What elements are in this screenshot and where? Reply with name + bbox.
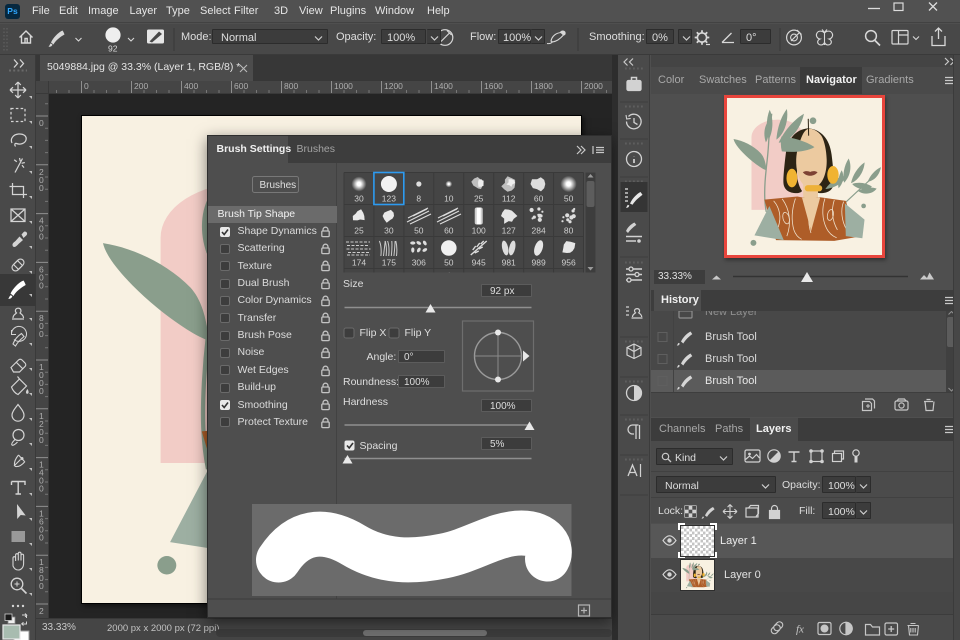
- svg-text:0: 0: [39, 581, 44, 591]
- svg-text:80: 80: [563, 226, 573, 236]
- svg-text:0: 0: [39, 183, 44, 193]
- svg-text:50: 50: [414, 226, 424, 236]
- svg-text:112: 112: [501, 194, 515, 204]
- svg-text:284: 284: [531, 226, 545, 236]
- svg-text:25: 25: [354, 226, 364, 236]
- svg-text:30: 30: [354, 194, 364, 204]
- svg-text:60: 60: [533, 194, 543, 204]
- svg-text:1600: 1600: [484, 81, 503, 91]
- svg-text:174: 174: [351, 258, 365, 268]
- svg-text:2000: 2000: [584, 81, 603, 91]
- svg-text:981: 981: [501, 258, 515, 268]
- svg-text:1000: 1000: [334, 81, 353, 91]
- svg-text:0: 0: [39, 232, 44, 242]
- svg-text:0: 0: [39, 435, 44, 445]
- svg-text:1200: 1200: [384, 81, 403, 91]
- svg-text:8: 8: [416, 194, 421, 204]
- svg-text:50: 50: [563, 194, 573, 204]
- svg-text:60: 60: [444, 226, 454, 236]
- svg-text:123: 123: [381, 194, 395, 204]
- svg-text:50: 50: [444, 258, 454, 268]
- svg-text:92: 92: [108, 44, 118, 54]
- svg-text:2: 2: [39, 606, 44, 616]
- svg-text:0: 0: [84, 81, 89, 91]
- svg-text:945: 945: [471, 258, 485, 268]
- svg-text:127: 127: [501, 226, 515, 236]
- svg-text:1400: 1400: [434, 81, 453, 91]
- svg-text:0: 0: [39, 484, 44, 494]
- svg-text:30: 30: [384, 226, 394, 236]
- svg-text:956: 956: [561, 258, 575, 268]
- svg-text:fx: fx: [796, 624, 804, 636]
- svg-text:0: 0: [39, 118, 44, 128]
- svg-text:0: 0: [39, 280, 44, 290]
- svg-text:175: 175: [381, 258, 395, 268]
- svg-text:10: 10: [444, 194, 454, 204]
- svg-text:0: 0: [39, 329, 44, 339]
- svg-text:100: 100: [471, 226, 485, 236]
- svg-text:989: 989: [531, 258, 545, 268]
- svg-text:0: 0: [39, 386, 44, 396]
- svg-text:200: 200: [134, 81, 148, 91]
- svg-text:306: 306: [411, 258, 425, 268]
- svg-text:400: 400: [184, 81, 198, 91]
- svg-text:0: 0: [39, 532, 44, 542]
- svg-text:25: 25: [473, 194, 483, 204]
- svg-text:1800: 1800: [534, 81, 553, 91]
- svg-text:600: 600: [234, 81, 248, 91]
- svg-text:800: 800: [284, 81, 298, 91]
